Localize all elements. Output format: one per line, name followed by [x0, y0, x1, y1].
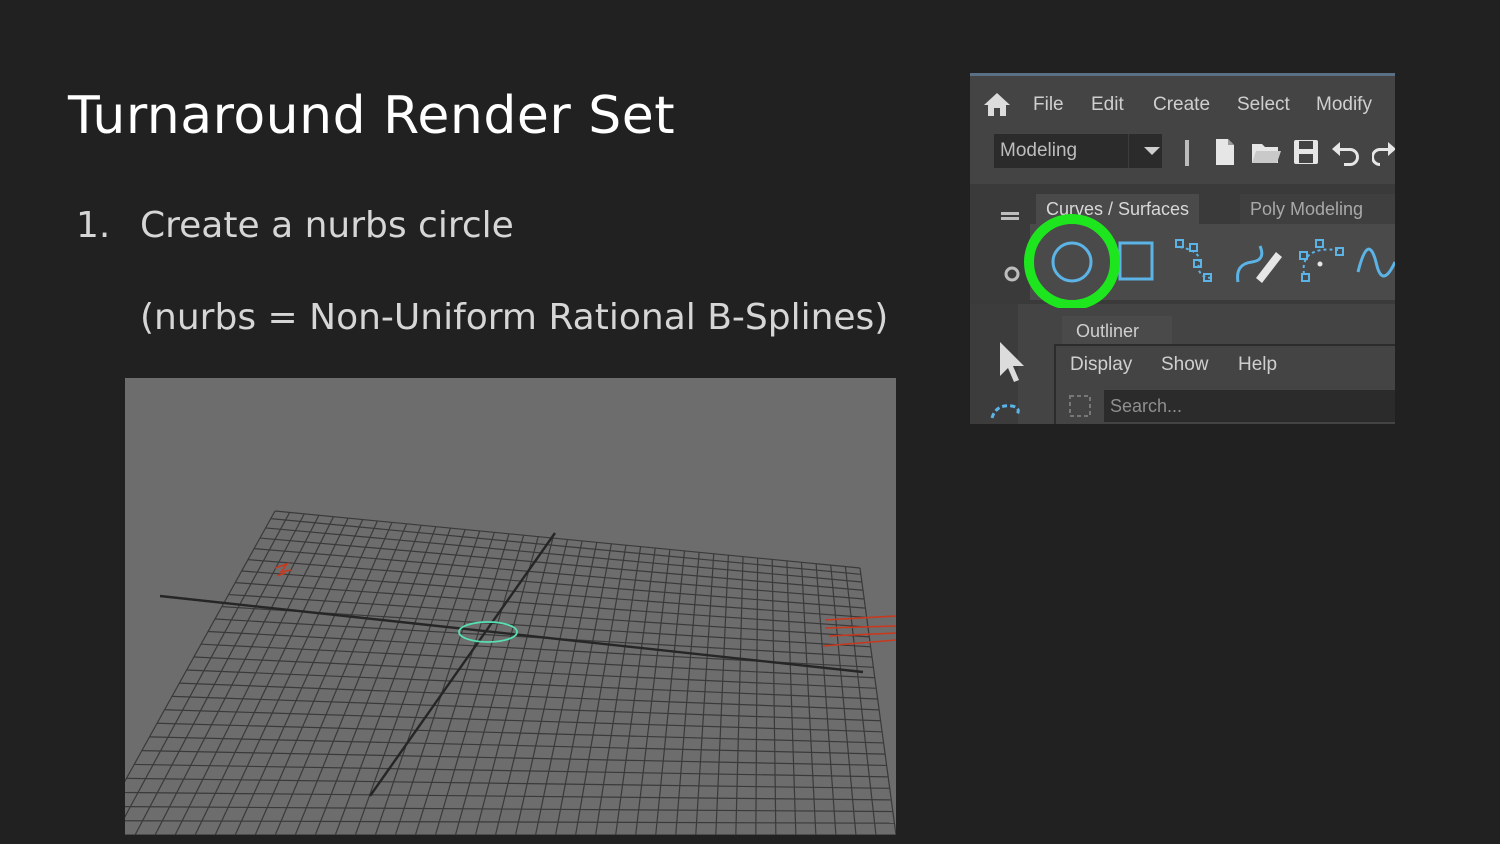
menu-set-dropdown[interactable]: Modeling	[994, 134, 1162, 168]
pencil-curve-icon[interactable]	[1236, 245, 1282, 283]
menu-select[interactable]: Select	[1237, 94, 1290, 116]
chevron-down-icon	[1128, 134, 1163, 168]
step-1: 1. Create a nurbs circle	[76, 205, 514, 246]
arc-icon[interactable]	[1299, 239, 1344, 282]
outliner-search-input[interactable]: Search...	[1104, 390, 1395, 422]
redo-icon[interactable]	[1372, 138, 1395, 166]
shelf-tools	[1024, 214, 1395, 308]
new-file-icon[interactable]	[1213, 138, 1237, 166]
maya-viewport-screenshot	[125, 378, 896, 835]
maya-ui-screenshot: File Edit Create Select Modify Modeling …	[970, 73, 1395, 424]
filter-icon[interactable]	[1066, 392, 1094, 420]
outliner-tab[interactable]: Outliner	[1062, 316, 1172, 346]
sine-curve-icon[interactable]	[1356, 247, 1395, 278]
menu-set-value: Modeling	[1000, 140, 1078, 161]
menu-file[interactable]: File	[1033, 94, 1064, 116]
menu-modify[interactable]: Modify	[1316, 94, 1372, 116]
open-folder-icon[interactable]	[1250, 138, 1282, 166]
lasso-icon[interactable]	[986, 398, 1026, 424]
highlight-circle	[1024, 214, 1120, 308]
manipulator-right	[822, 615, 896, 647]
outliner-menu-help[interactable]: Help	[1238, 354, 1277, 376]
square-icon[interactable]	[1118, 241, 1154, 281]
outliner-panel: Display Show Help Search...	[1054, 344, 1395, 424]
save-icon[interactable]	[1292, 138, 1320, 166]
menu-create[interactable]: Create	[1153, 94, 1210, 116]
outliner-menu-show[interactable]: Show	[1161, 354, 1209, 376]
step-number: 1.	[76, 205, 111, 246]
slide-title: Turnaround Render Set	[68, 86, 676, 146]
select-arrow-icon[interactable]	[994, 338, 1028, 384]
circle-icon[interactable]	[1051, 241, 1093, 283]
undo-icon[interactable]	[1330, 138, 1364, 166]
menu-edit[interactable]: Edit	[1091, 94, 1124, 116]
toolbar-divider	[1185, 140, 1189, 166]
step-text: Create a nurbs circle	[140, 205, 514, 246]
nurbs-definition-note: (nurbs = Non-Uniform Rational B-Splines)	[140, 297, 889, 338]
perspective-grid	[125, 510, 896, 835]
cv-curve-icon[interactable]	[1175, 239, 1213, 282]
outliner-menu-display[interactable]: Display	[1070, 354, 1132, 376]
home-icon[interactable]	[982, 90, 1012, 118]
maya-menubar: File Edit Create Select Modify	[970, 76, 1395, 132]
